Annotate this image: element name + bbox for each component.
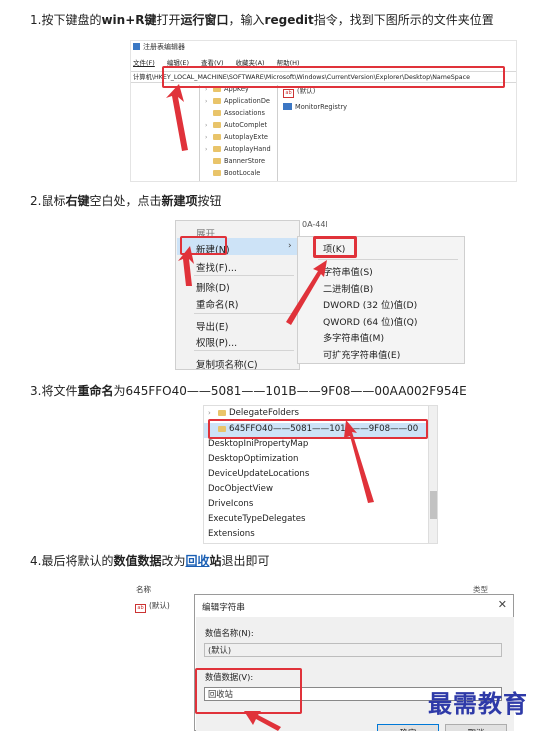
step-1-text: 1.按下键盘的win+R键打开运行窗口，输入regedit指令，找到下图所示的文… bbox=[30, 12, 494, 28]
tree-row[interactable]: DeviceUpdateLocations bbox=[208, 469, 309, 479]
folder-icon bbox=[213, 146, 221, 152]
tree-guide-line bbox=[199, 85, 200, 181]
tree-row[interactable]: DocObjectView bbox=[208, 484, 273, 494]
folder-icon bbox=[213, 170, 221, 176]
folder-icon bbox=[213, 98, 221, 104]
step-1-mid1: 打开 bbox=[156, 13, 181, 27]
registry-title-text: 注册表编辑器 bbox=[143, 43, 185, 51]
ok-button[interactable]: 确定 bbox=[377, 724, 439, 731]
step-2-right-click: 右键 bbox=[65, 194, 90, 208]
tree-item[interactable]: › AutoComplet bbox=[205, 121, 267, 129]
folder-icon bbox=[213, 122, 221, 128]
tree-row[interactable]: DesktopIniPropertyMap bbox=[208, 439, 308, 449]
string-value-icon: ab bbox=[135, 604, 146, 613]
binary-value-icon bbox=[283, 103, 292, 110]
values-list: 名称 ab (默认) bbox=[130, 582, 194, 731]
menu-separator bbox=[194, 313, 294, 314]
step-1-run-window: 运行窗口 bbox=[180, 13, 229, 27]
submenu-arrow-icon: › bbox=[288, 241, 292, 251]
menu-copy-key-name[interactable]: 复制项名称(C) bbox=[196, 357, 258, 371]
menu-file[interactable]: 文件(F) bbox=[133, 59, 155, 67]
step-1-mid2: ，输入 bbox=[228, 13, 265, 27]
menu-separator bbox=[194, 350, 294, 351]
step-2-new-key: 新建项 bbox=[161, 194, 198, 208]
menu-rename[interactable]: 重命名(R) bbox=[196, 297, 239, 311]
step-4-text: 4.最后将默认的数值数据改为回收站退出即可 bbox=[30, 554, 270, 568]
address-highlight-box bbox=[162, 66, 505, 88]
cancel-button[interactable]: 取消 bbox=[445, 724, 507, 731]
value-data-highlight-box bbox=[195, 668, 302, 714]
submenu-expandable-string-value[interactable]: 可扩充字符串值(E) bbox=[323, 347, 400, 361]
tree-row[interactable]: › DelegateFolders bbox=[208, 408, 299, 418]
submenu-string-value[interactable]: 字符串值(S) bbox=[323, 264, 373, 278]
tree-item[interactable]: Associations bbox=[205, 109, 265, 117]
key-item-highlight-box bbox=[313, 236, 357, 258]
scrollbar-thumb[interactable] bbox=[430, 491, 437, 519]
step-1-prefix: 1.按下键盘的 bbox=[30, 13, 102, 27]
tree-item[interactable]: BootLocale bbox=[205, 169, 260, 177]
menu-separator bbox=[318, 259, 458, 260]
folder-icon bbox=[218, 410, 226, 416]
tree-item[interactable]: › AutoplayHand bbox=[205, 145, 271, 153]
registry-values-pane: ab (默认) MonitorRegistry bbox=[283, 85, 347, 116]
submenu-binary-value[interactable]: 二进制值(B) bbox=[323, 281, 373, 295]
folder-icon bbox=[213, 134, 221, 140]
tree-item[interactable]: › ApplicationDe bbox=[205, 97, 270, 105]
menu-find[interactable]: 查找(F)... bbox=[196, 260, 237, 274]
renamed-key-highlight-box bbox=[208, 419, 428, 439]
string-value-icon: ab bbox=[283, 89, 294, 98]
menu-permissions[interactable]: 权限(P)... bbox=[196, 335, 237, 349]
submenu-multi-string-value[interactable]: 多字符串值(M) bbox=[323, 330, 384, 344]
step-1-command: regedit bbox=[264, 13, 314, 27]
new-menu-highlight-box bbox=[180, 236, 227, 255]
folder-icon bbox=[213, 158, 221, 164]
close-icon[interactable]: ✕ bbox=[498, 598, 507, 611]
regedit-icon bbox=[133, 43, 140, 50]
menu-delete[interactable]: 删除(D) bbox=[196, 280, 230, 294]
folder-icon bbox=[213, 110, 221, 116]
step-1-key: win+R键 bbox=[101, 13, 157, 27]
pane-divider[interactable] bbox=[277, 85, 278, 181]
value-default[interactable]: ab (默认) bbox=[135, 600, 170, 613]
column-name-header[interactable]: 名称 bbox=[136, 584, 151, 595]
dialog-title: 编辑字符串 bbox=[202, 603, 245, 613]
tree-item[interactable]: BannerStore bbox=[205, 157, 265, 165]
value-name-label: 数值名称(N): bbox=[205, 628, 254, 638]
value-name-field: (默认) bbox=[204, 643, 502, 657]
recycle-link[interactable]: 回收 bbox=[185, 554, 209, 568]
step-3-text: 3.将文件重命名为645FFO40——5081——101B——9F08——00A… bbox=[30, 384, 467, 398]
scrollbar[interactable] bbox=[428, 406, 437, 543]
registry-editor-screenshot: 注册表编辑器 文件(F) 编辑(E) 查看(V) 收藏夹(A) 帮助(H) 计算机\HK… bbox=[130, 40, 517, 182]
step-3-rename: 重命名 bbox=[77, 384, 114, 398]
submenu-qword-value[interactable]: QWORD (64 位)值(Q) bbox=[323, 314, 417, 328]
tree-item[interactable]: › AutoplayExte bbox=[205, 133, 268, 141]
value-monitor-registry[interactable]: MonitorRegistry bbox=[283, 103, 347, 111]
step-2-text: 2.鼠标右键空白处，点击新建项按钮 bbox=[30, 194, 222, 208]
watermark: 最需教育 bbox=[428, 689, 528, 718]
registry-window-title: 注册表编辑器 bbox=[133, 42, 185, 52]
tree-row[interactable]: ExecuteTypeDelegates bbox=[208, 514, 306, 524]
tree-row[interactable]: Extensions bbox=[208, 529, 255, 539]
menu-separator bbox=[194, 275, 294, 276]
submenu-dword-value[interactable]: DWORD (32 位)值(D) bbox=[323, 297, 417, 311]
menu-export[interactable]: 导出(E) bbox=[196, 319, 228, 333]
step-4-value-data: 数值数据 bbox=[113, 554, 162, 568]
tree-row[interactable]: DesktopOptimization bbox=[208, 454, 298, 464]
tree-row[interactable]: DriveIcons bbox=[208, 499, 253, 509]
step-1-suffix: 指令，找到下图所示的文件夹位置 bbox=[313, 13, 494, 27]
